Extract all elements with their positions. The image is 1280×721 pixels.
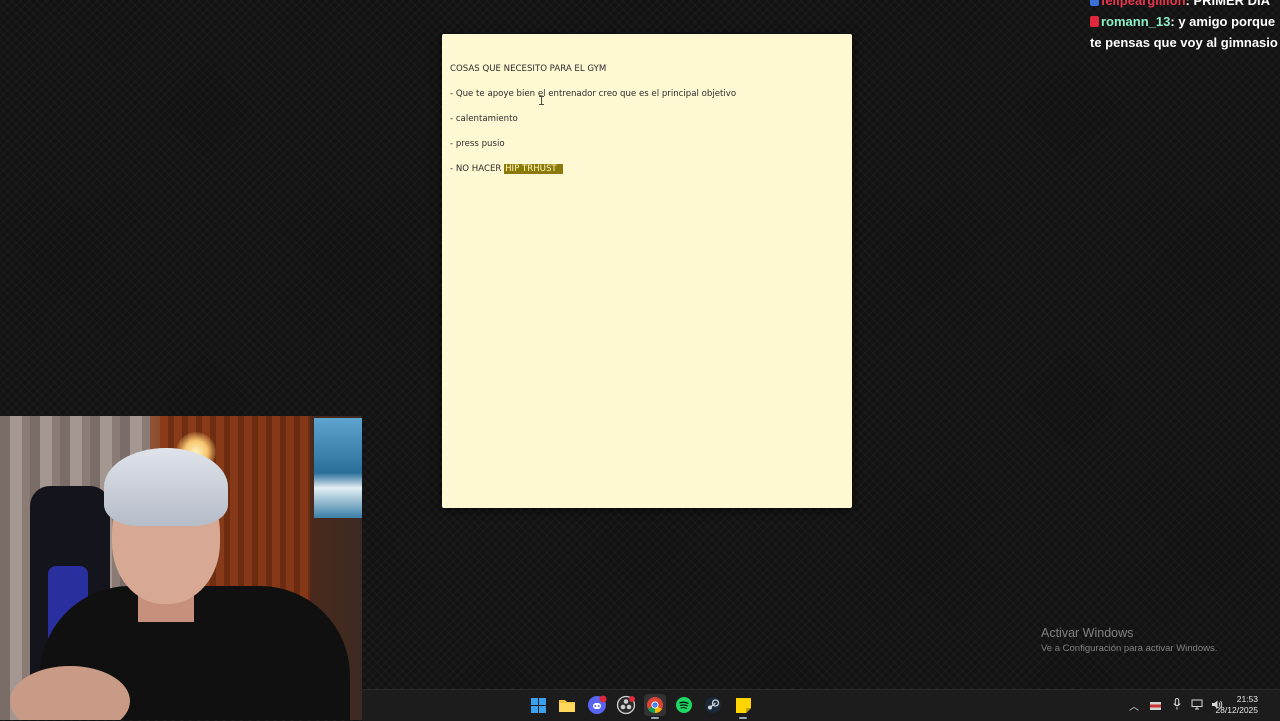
chat-badge-icon bbox=[1090, 0, 1099, 6]
active-app-indicator bbox=[739, 717, 747, 719]
clock-time: 21:53 bbox=[1236, 694, 1258, 704]
network-icon[interactable] bbox=[1187, 699, 1207, 713]
windows-start-icon[interactable] bbox=[527, 694, 549, 716]
flag-icon[interactable] bbox=[1150, 701, 1161, 710]
chat-username: felipeargillion bbox=[1101, 0, 1186, 8]
spotify-icon[interactable] bbox=[673, 694, 695, 716]
chat-overlay: felipeargillion: PRIMER DÍA romann_13: y… bbox=[1090, 0, 1278, 53]
note-line: - calentamiento bbox=[450, 114, 518, 124]
taskbar: ︿ 21:53 28/12/2025 bbox=[362, 689, 1280, 721]
chrome-icon[interactable] bbox=[644, 694, 666, 716]
note-line-text: - NO HACER bbox=[450, 164, 505, 174]
note-body[interactable]: COSAS QUE NECESITO PARA EL GYM - Que te … bbox=[450, 63, 844, 188]
sticky-notes-icon[interactable] bbox=[732, 694, 754, 716]
chat-badge-icon bbox=[1090, 16, 1099, 27]
webcam-painting bbox=[314, 418, 362, 518]
chevron-up-icon[interactable]: ︿ bbox=[1124, 698, 1144, 713]
watermark-title: Activar Windows bbox=[1041, 626, 1134, 640]
system-clock[interactable]: 21:53 28/12/2025 bbox=[1215, 694, 1258, 716]
activation-watermark: Activar Windows Ve a Configuración para … bbox=[1041, 626, 1217, 654]
webcam-feed bbox=[0, 416, 362, 720]
file-explorer-icon[interactable] bbox=[556, 694, 578, 716]
note-title: COSAS QUE NECESITO PARA EL GYM bbox=[450, 64, 607, 74]
chat-text: PRIMER DÍA bbox=[1189, 0, 1271, 8]
steam-icon[interactable] bbox=[702, 694, 724, 716]
text-cursor-icon bbox=[539, 96, 544, 105]
note-line: - Que te apoye bien el entrenador creo q… bbox=[450, 89, 737, 99]
obs-icon[interactable] bbox=[615, 694, 637, 716]
system-tray: ︿ bbox=[1124, 690, 1227, 721]
chat-message: romann_13: y amigo porque te pensas que … bbox=[1090, 11, 1278, 53]
chat-message: felipeargillion: PRIMER DÍA bbox=[1090, 0, 1278, 11]
note-line: - NO HACER HIP TRHUST bbox=[450, 163, 844, 188]
note-line: - press pusio bbox=[450, 139, 505, 149]
active-app-indicator bbox=[651, 717, 659, 719]
sticky-note[interactable]: COSAS QUE NECESITO PARA EL GYM - Que te … bbox=[442, 34, 852, 508]
watermark-subtitle: Ve a Configuración para activar Windows. bbox=[1041, 643, 1218, 654]
chat-username: romann_13 bbox=[1101, 14, 1171, 29]
clock-date: 28/12/2025 bbox=[1215, 705, 1258, 715]
discord-icon[interactable] bbox=[586, 694, 608, 716]
webcam-person-hair bbox=[104, 448, 228, 526]
microphone-icon[interactable] bbox=[1167, 698, 1187, 713]
selected-text[interactable]: HIP TRHUST bbox=[504, 164, 563, 174]
